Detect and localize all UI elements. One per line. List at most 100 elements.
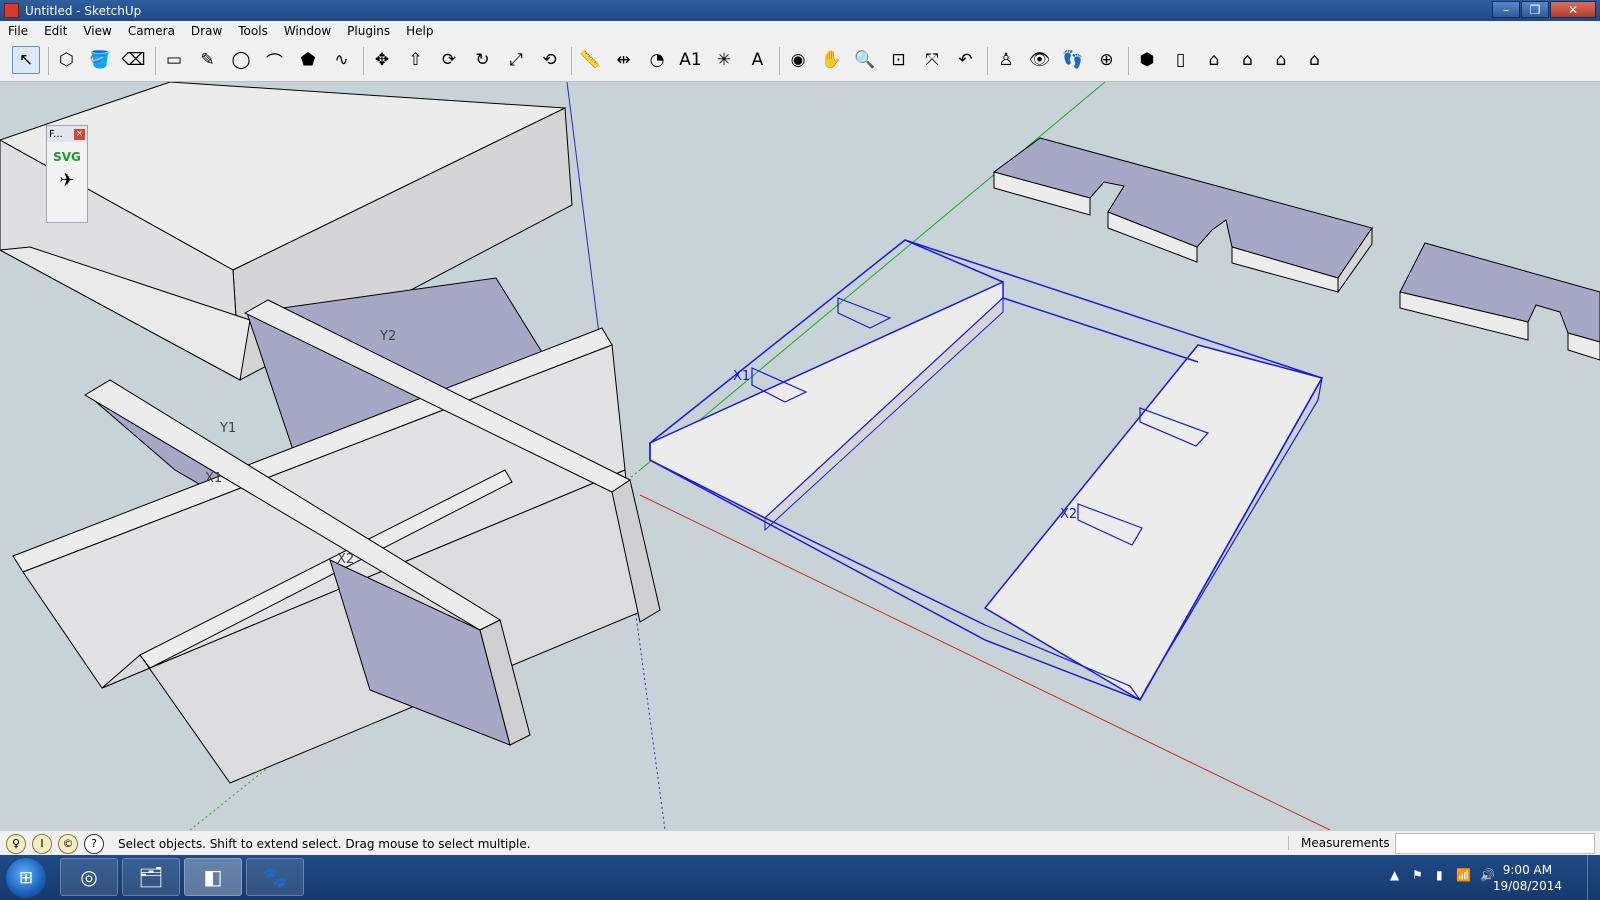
close-window-button[interactable]: ✕ <box>1550 1 1596 18</box>
zoom-tool[interactable]: 🔍 <box>851 46 879 74</box>
toolbar-separator <box>987 47 988 75</box>
clock-time: 9:00 AM <box>1502 863 1553 877</box>
windows-taskbar: ⊞ ◎ 🗂 ◧ 🐾 ▲ ⚑ ▮ 📶 🔊 9:00 AM 19/08/2014 <box>0 855 1600 900</box>
menu-camera[interactable]: Camera <box>120 24 183 38</box>
toolbar-separator <box>1128 47 1129 75</box>
network-icon[interactable]: 📶 <box>1456 868 1471 882</box>
follow-me-tool[interactable]: ↻ <box>469 46 497 74</box>
window-title: Untitled - SketchUp <box>25 3 142 18</box>
selection-edge-inner <box>1002 297 1199 363</box>
label-y1-left: Y1 <box>219 421 236 436</box>
chrome-task[interactable]: ◎ <box>60 858 118 896</box>
measurements-label: Measurements <box>1288 836 1390 850</box>
main-toolbar: ↖ ⬡ 🪣 ⌫ ▭ ✎ ◯ ⌒ ⬟ ∿ ✥ ⇧ ⟳ ↻ ⤢ ⟲ 📏 ⇹ ◔ A1 ✳ A ◉ ✋ 🔍 ⊡ ⤧ ↶ ♙ 👁 👣 ⊕ ⬢ ▯ ⌂ ⌂ ⌂ ⌂ <box>0 41 1600 82</box>
start-button[interactable]: ⊞ <box>6 858 46 898</box>
measurements-input[interactable] <box>1395 833 1595 854</box>
dimension-tool[interactable]: ⇹ <box>610 46 638 74</box>
plugin-panel-close-icon[interactable]: × <box>74 128 85 140</box>
toolbar-separator <box>571 47 572 75</box>
circle-tool[interactable]: ◯ <box>227 46 255 74</box>
selection-edge-top <box>904 239 1004 283</box>
menu-draw[interactable]: Draw <box>183 24 230 38</box>
section-plane-tool[interactable]: ⊕ <box>1093 46 1121 74</box>
action-center-flag-icon[interactable]: ⚑ <box>1412 868 1423 882</box>
previous-view-tool[interactable]: ↶ <box>952 46 980 74</box>
status-bar: ♀ Ⅰ © ? Select objects. Shift to extend … <box>0 830 1600 856</box>
maximize-button[interactable]: ❐ <box>1521 1 1549 18</box>
gimp-task[interactable]: 🐾 <box>246 858 304 896</box>
status-message: Select objects. Shift to extend select. … <box>118 836 531 851</box>
notch-top-left <box>837 297 892 329</box>
menu-file[interactable]: File <box>0 24 36 38</box>
credits-icon[interactable]: Ⅰ <box>32 833 52 854</box>
window-titlebar: Untitled - SketchUp <box>0 0 1600 21</box>
left-view-tool[interactable]: ⌂ <box>1301 46 1329 74</box>
zoom-extents-tool[interactable]: ⤧ <box>918 46 946 74</box>
clock-date: 19/08/2014 <box>1492 879 1562 893</box>
show-desktop-button[interactable] <box>1587 855 1600 900</box>
label-x2-right: X2 <box>1060 507 1077 522</box>
orbit-tool[interactable]: ◉ <box>784 46 812 74</box>
3d-text-tool[interactable]: A <box>744 46 772 74</box>
menu-window[interactable]: Window <box>276 24 339 38</box>
toolbar-separator <box>47 47 49 75</box>
plane-icon[interactable]: ✈ <box>47 170 87 191</box>
arc-tool[interactable]: ⌒ <box>261 46 289 74</box>
menu-tools[interactable]: Tools <box>230 24 276 38</box>
sketchup-task[interactable]: ◧ <box>184 858 242 896</box>
signin-icon[interactable]: © <box>58 833 78 854</box>
menu-view[interactable]: View <box>75 24 119 38</box>
top-view-tool[interactable]: ▯ <box>1167 46 1195 74</box>
line-tool[interactable]: ✎ <box>194 46 222 74</box>
walk-tool[interactable]: 👣 <box>1059 46 1087 74</box>
component-tool[interactable]: ⬡ <box>53 46 81 74</box>
label-y2-left: Y2 <box>379 329 396 344</box>
toolbar-separator <box>779 47 780 75</box>
pan-tool[interactable]: ✋ <box>818 46 846 74</box>
show-hidden-icons-icon[interactable]: ▲ <box>1390 868 1399 882</box>
help-icon[interactable]: ? <box>84 833 104 854</box>
plugin-floating-panel: F... × SVG ✈ <box>46 125 88 223</box>
protractor-tool[interactable]: ◔ <box>643 46 671 74</box>
menu-plugins[interactable]: Plugins <box>339 24 398 38</box>
plugin-panel-header: F... × <box>47 126 87 142</box>
menu-bar: File Edit View Camera Draw Tools Window … <box>0 21 1600 42</box>
select-tool[interactable]: ↖ <box>12 46 40 74</box>
svg-export-button[interactable]: SVG <box>47 150 87 164</box>
menu-edit[interactable]: Edit <box>36 24 75 38</box>
scale-tool[interactable]: ⤢ <box>502 46 530 74</box>
rectangle-tool[interactable]: ▭ <box>160 46 188 74</box>
paint-bucket-tool[interactable]: 🪣 <box>86 46 114 74</box>
back-view-tool[interactable]: ⌂ <box>1267 46 1295 74</box>
battery-icon[interactable]: ▮ <box>1436 868 1443 882</box>
system-tray: ▲ ⚑ ▮ 📶 🔊 9:00 AM 19/08/2014 <box>1360 855 1600 900</box>
front-view-tool[interactable]: ⌂ <box>1200 46 1228 74</box>
eraser-tool[interactable]: ⌫ <box>120 46 148 74</box>
freehand-tool[interactable]: ∿ <box>328 46 356 74</box>
model-canvas[interactable]: Y2 Y1 X1 X2 X1 X2 <box>0 82 1600 830</box>
menu-help[interactable]: Help <box>398 24 441 38</box>
position-camera-tool[interactable]: ♙ <box>992 46 1020 74</box>
tape-measure-tool[interactable]: 📏 <box>576 46 604 74</box>
rotate-tool[interactable]: ⟳ <box>435 46 463 74</box>
right-view-tool[interactable]: ⌂ <box>1234 46 1262 74</box>
move-tool[interactable]: ✥ <box>368 46 396 74</box>
toolbar-separator <box>155 47 156 75</box>
clock[interactable]: 9:00 AM 19/08/2014 <box>1493 862 1562 894</box>
iso-view-tool[interactable]: ⬢ <box>1133 46 1161 74</box>
polygon-tool[interactable]: ⬟ <box>294 46 322 74</box>
explorer-task[interactable]: 🗂 <box>122 858 180 896</box>
label-x1-left: X1 <box>205 471 222 486</box>
offset-tool[interactable]: ⟲ <box>536 46 564 74</box>
minimize-button[interactable]: – <box>1492 1 1520 18</box>
geo-location-icon[interactable]: ♀ <box>6 833 26 854</box>
model-viewport[interactable]: Y2 Y1 X1 X2 X1 X2 F... × SVG ✈ <box>0 82 1600 830</box>
plugin-panel-title: F... <box>49 128 63 140</box>
label-x1-right: X1 <box>733 369 750 384</box>
push-pull-tool[interactable]: ⇧ <box>402 46 430 74</box>
axes-tool[interactable]: ✳ <box>710 46 738 74</box>
zoom-window-tool[interactable]: ⊡ <box>885 46 913 74</box>
text-tool[interactable]: A1 <box>677 46 705 74</box>
toolbar-separator <box>363 47 364 75</box>
look-around-tool[interactable]: 👁 <box>1026 46 1054 74</box>
